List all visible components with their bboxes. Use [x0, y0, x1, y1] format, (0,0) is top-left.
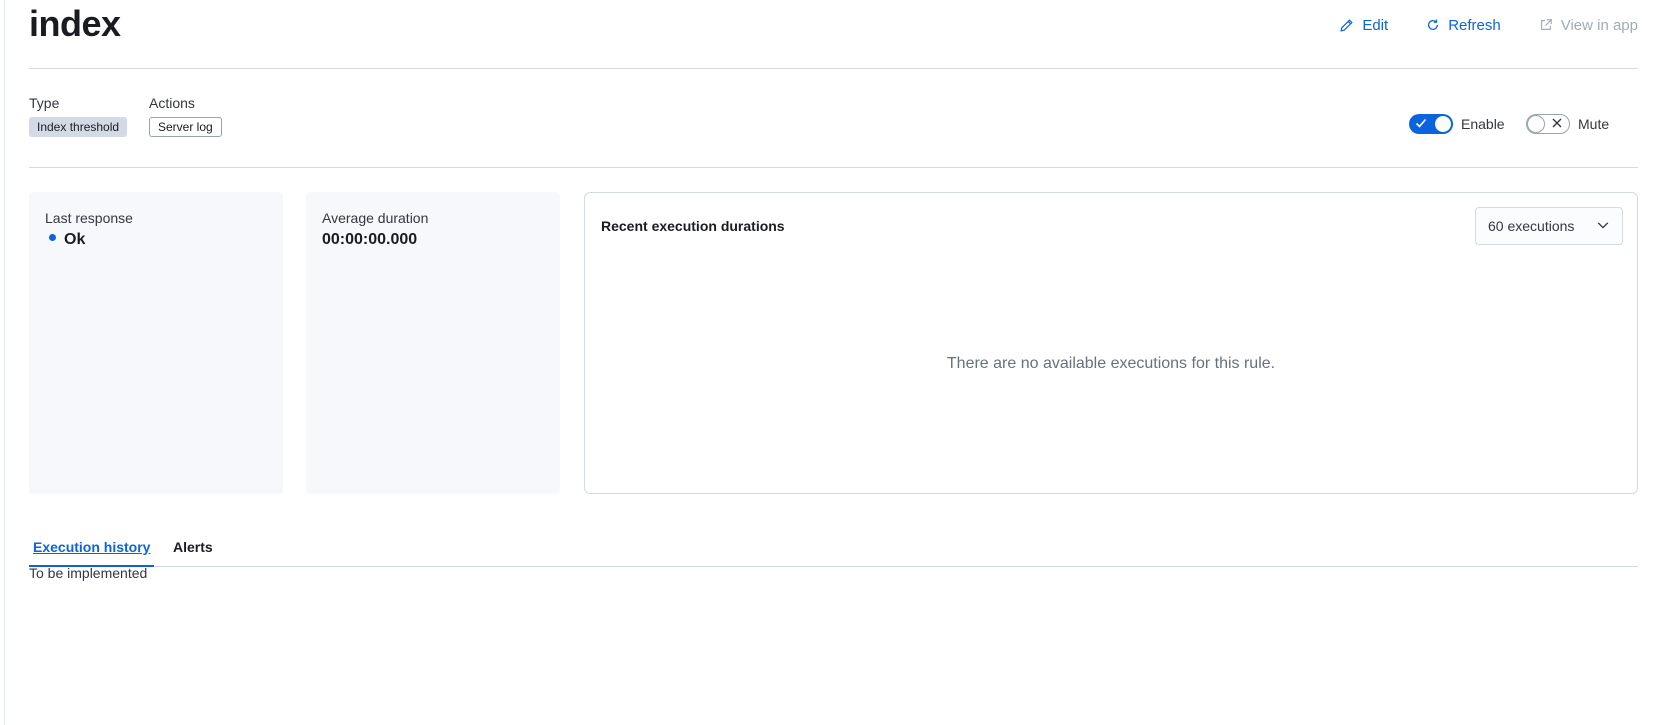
- actions-badge: Server log: [149, 117, 222, 137]
- tab-alerts[interactable]: Alerts: [173, 537, 213, 565]
- header-actions: Edit Refresh View in app: [1339, 14, 1638, 36]
- enable-label: Enable: [1461, 116, 1505, 132]
- average-duration-title: Average duration: [322, 210, 429, 226]
- last-response-value-wrap: Ok: [45, 231, 85, 249]
- mute-label: Mute: [1578, 116, 1610, 132]
- edit-label: Edit: [1362, 16, 1389, 34]
- mute-switch[interactable]: [1526, 114, 1570, 134]
- enable-toggle[interactable]: Enable: [1409, 114, 1505, 134]
- external-link-icon: [1539, 18, 1553, 32]
- last-response-title: Last response: [45, 210, 133, 226]
- refresh-label: Refresh: [1448, 16, 1501, 34]
- left-border: [4, 0, 5, 725]
- executions-select-value: 60 executions: [1488, 218, 1575, 234]
- tab-content: To be implemented: [29, 565, 148, 581]
- execution-durations-panel: Recent execution durations 60 executions…: [584, 192, 1638, 494]
- type-badge: Index threshold: [29, 117, 128, 137]
- view-in-app-button[interactable]: View in app: [1539, 17, 1638, 34]
- switch-knob: [1434, 115, 1452, 133]
- cross-icon: [1552, 118, 1562, 128]
- average-duration-value: 00:00:00.000: [322, 231, 418, 248]
- divider-middle: [29, 167, 1638, 168]
- page-title: index: [29, 3, 121, 44]
- divider-top: [29, 68, 1638, 69]
- edit-button[interactable]: Edit: [1339, 17, 1388, 34]
- enable-switch[interactable]: [1409, 114, 1453, 134]
- status-dot: [49, 234, 56, 242]
- check-icon: [1415, 118, 1427, 128]
- average-duration-panel: Average duration 00:00:00.000: [306, 192, 560, 494]
- type-label: Type: [29, 95, 60, 111]
- switch-knob: [1527, 115, 1545, 133]
- empty-message: There are no available executions for th…: [946, 355, 1276, 372]
- view-in-app-label: View in app: [1560, 16, 1638, 34]
- chevron-down-icon: [1596, 218, 1610, 235]
- actions-label: Actions: [149, 95, 195, 111]
- last-response-panel: Last response Ok: [29, 192, 283, 494]
- executions-select[interactable]: 60 executions: [1475, 207, 1623, 245]
- tab-execution-history[interactable]: Execution history: [29, 537, 155, 567]
- last-response-value: Ok: [64, 231, 86, 248]
- tab-bar: Execution history Alerts: [29, 534, 1638, 567]
- mute-toggle[interactable]: Mute: [1526, 114, 1609, 134]
- refresh-icon: [1426, 18, 1440, 32]
- chart-title: Recent execution durations: [601, 218, 785, 234]
- pencil-icon: [1339, 18, 1354, 33]
- refresh-button[interactable]: Refresh: [1426, 17, 1501, 34]
